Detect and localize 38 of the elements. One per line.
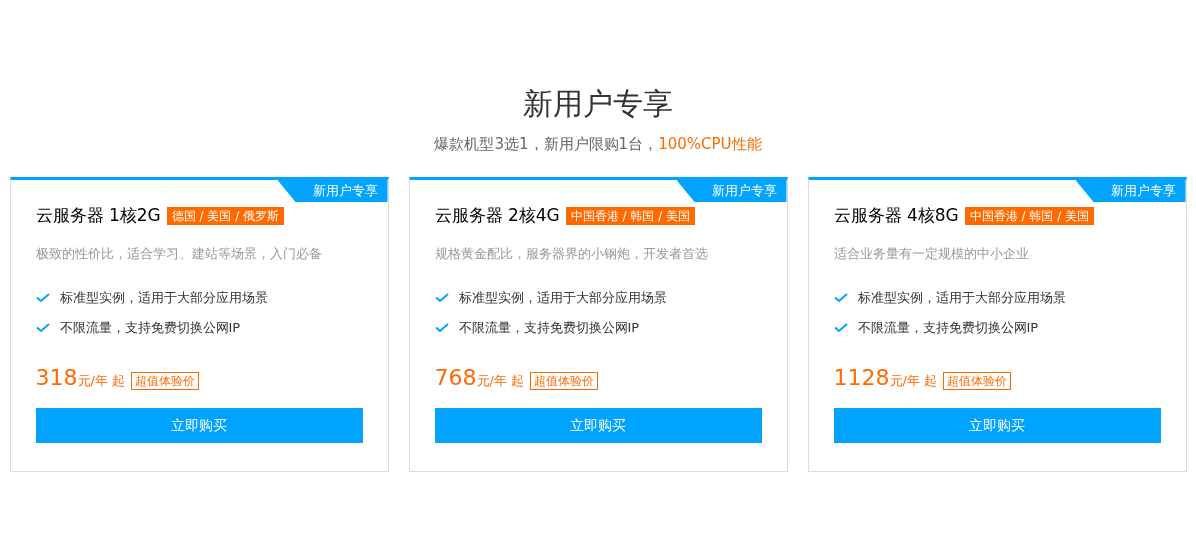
check-icon xyxy=(833,323,848,333)
subtitle-highlight: 100%CPU性能 xyxy=(658,135,762,153)
check-icon xyxy=(434,323,449,333)
price-unit: 元/年 起 xyxy=(77,372,125,390)
ribbon-label: 新用户专享 xyxy=(1075,180,1186,202)
section-subtitle: 爆款机型3选1，新用户限购1台， xyxy=(434,135,659,153)
plan-name: 云服务器 1核2G xyxy=(35,204,161,227)
region-tag: 中国香港 / 韩国 / 美国 xyxy=(565,206,696,225)
feature-text: 标准型实例，适用于大部分应用场景 xyxy=(458,289,667,307)
price-unit: 元/年 起 xyxy=(476,372,524,390)
section-title: 新用户专享 xyxy=(523,85,673,123)
price-amount: 318 xyxy=(35,365,78,390)
buy-button[interactable]: 立即购买 xyxy=(35,408,363,443)
price-amount: 768 xyxy=(434,365,477,390)
ribbon-label: 新用户专享 xyxy=(676,180,787,202)
check-icon xyxy=(434,293,449,303)
check-icon xyxy=(35,323,50,333)
buy-button[interactable]: 立即购买 xyxy=(434,408,762,443)
plan-description: 规格黄金配比，服务器界的小钢炮，开发者首选 xyxy=(434,245,709,263)
feature-text: 标准型实例，适用于大部分应用场景 xyxy=(857,289,1066,307)
price-tag: 超值体验价 xyxy=(530,372,598,390)
plan-name: 云服务器 4核8G xyxy=(833,204,959,227)
price-tag: 超值体验价 xyxy=(943,372,1011,390)
buy-button[interactable]: 立即购买 xyxy=(833,408,1161,443)
plan-name: 云服务器 2核4G xyxy=(434,204,560,227)
region-tag: 德国 / 美国 / 俄罗斯 xyxy=(166,206,285,225)
feature-text: 不限流量，支持免费切换公网IP xyxy=(458,319,640,337)
feature-text: 标准型实例，适用于大部分应用场景 xyxy=(59,289,268,307)
region-tag: 中国香港 / 韩国 / 美国 xyxy=(964,206,1095,225)
plan-description: 极致的性价比，适合学习、建站等场景，入门必备 xyxy=(35,245,323,263)
ribbon-label: 新用户专享 xyxy=(277,180,388,202)
feature-text: 不限流量，支持免费切换公网IP xyxy=(59,319,241,337)
price-tag: 超值体验价 xyxy=(131,372,199,390)
check-icon xyxy=(35,293,50,303)
price-unit: 元/年 起 xyxy=(889,372,937,390)
price-amount: 1128 xyxy=(833,365,890,390)
feature-text: 不限流量，支持免费切换公网IP xyxy=(857,319,1039,337)
check-icon xyxy=(833,293,848,303)
